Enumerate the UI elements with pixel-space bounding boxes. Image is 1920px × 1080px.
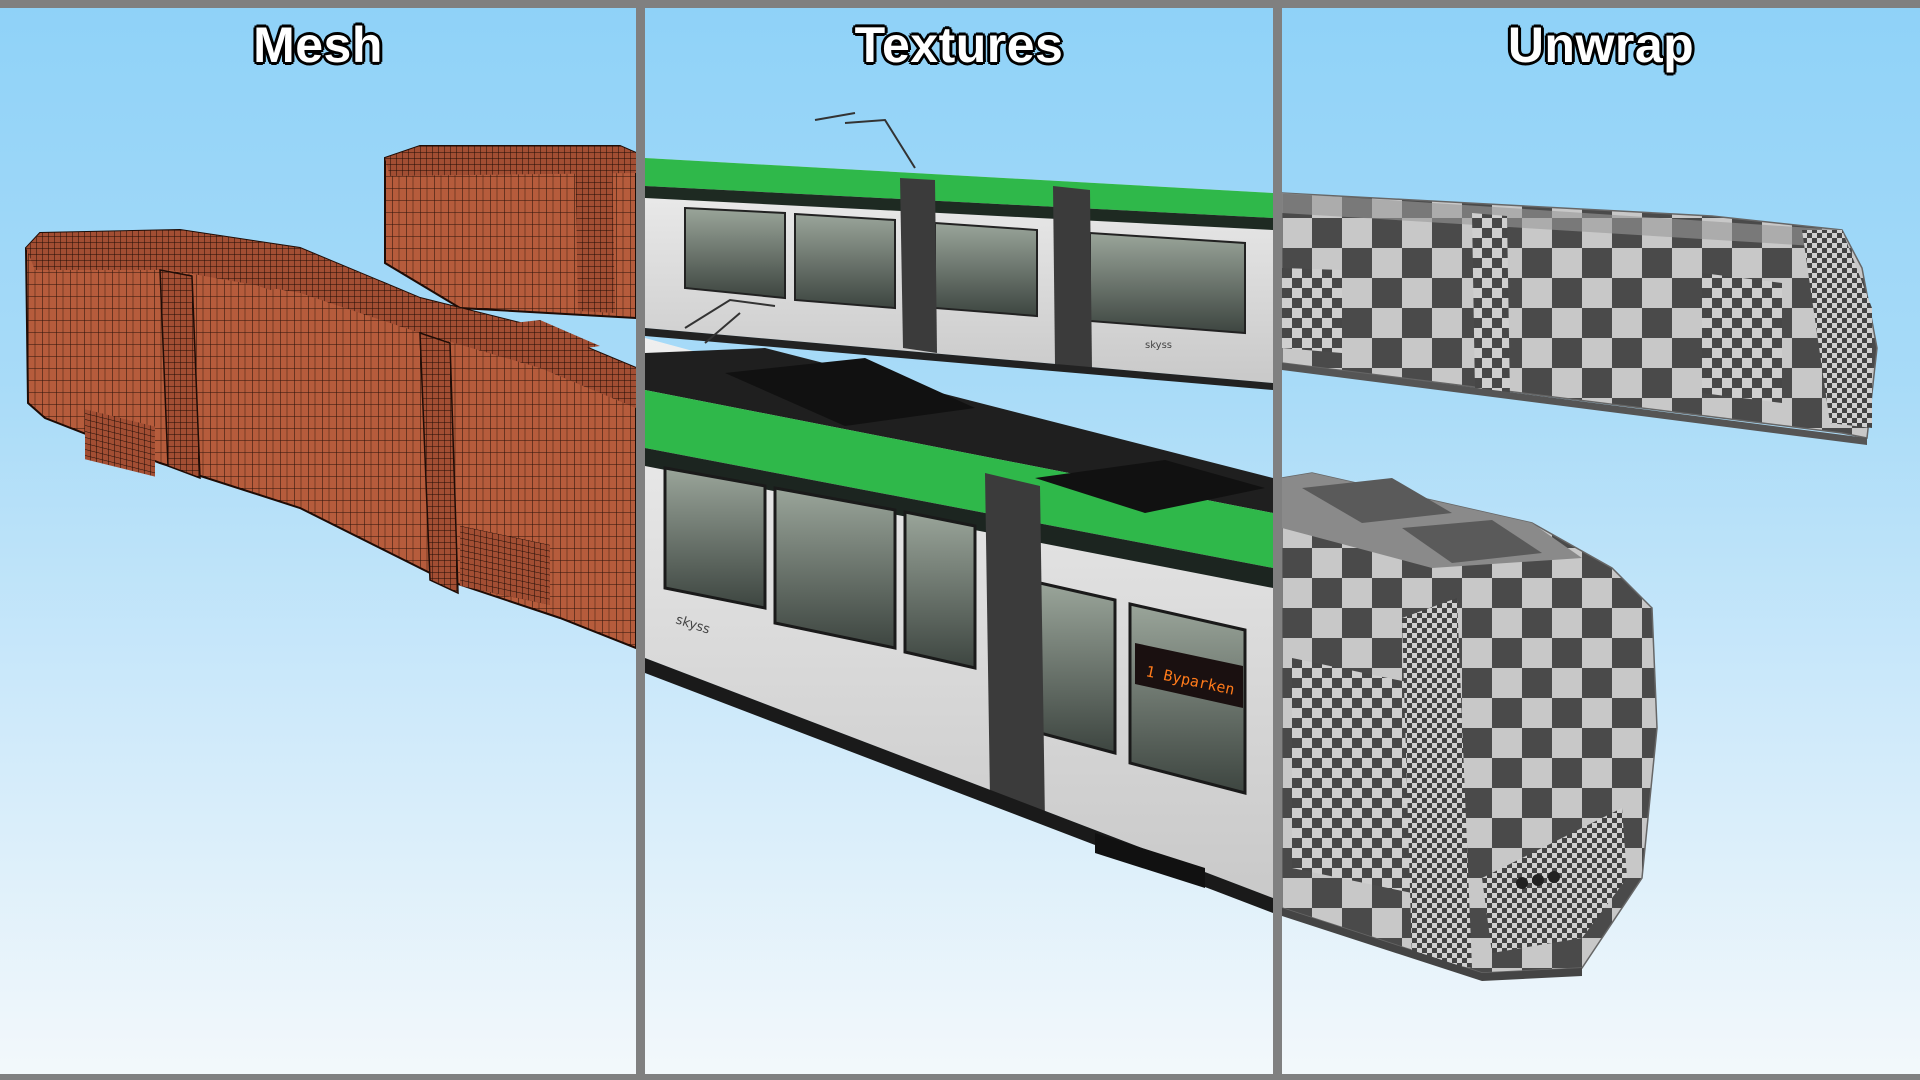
unwrap-panel: Unwrap (1282, 8, 1920, 1074)
textured-tram-front: 1 Byparken skyss (645, 338, 1273, 913)
mesh-render (24, 145, 636, 650)
unwrap-tram-back (1282, 192, 1878, 445)
mesh-title: Mesh (253, 17, 383, 73)
unwrap-render (1282, 192, 1878, 981)
textures-render: skyss 1 Byparken skyss (645, 112, 1273, 913)
pantograph-back (814, 112, 916, 169)
textures-panel: skyss 1 Byparken skyss Textures (645, 8, 1273, 1074)
mesh-panel: Mesh (0, 8, 636, 1074)
mesh-tram-back (384, 145, 636, 320)
back-brand-logo: skyss (1145, 340, 1172, 351)
textures-title: Textures (854, 17, 1064, 73)
render-sheet: Mesh skyss 1 Byparken skyss Textures Unw… (0, 0, 1920, 1080)
unwrap-title: Unwrap (1507, 17, 1695, 73)
unwrap-tram-front (1282, 472, 1658, 981)
